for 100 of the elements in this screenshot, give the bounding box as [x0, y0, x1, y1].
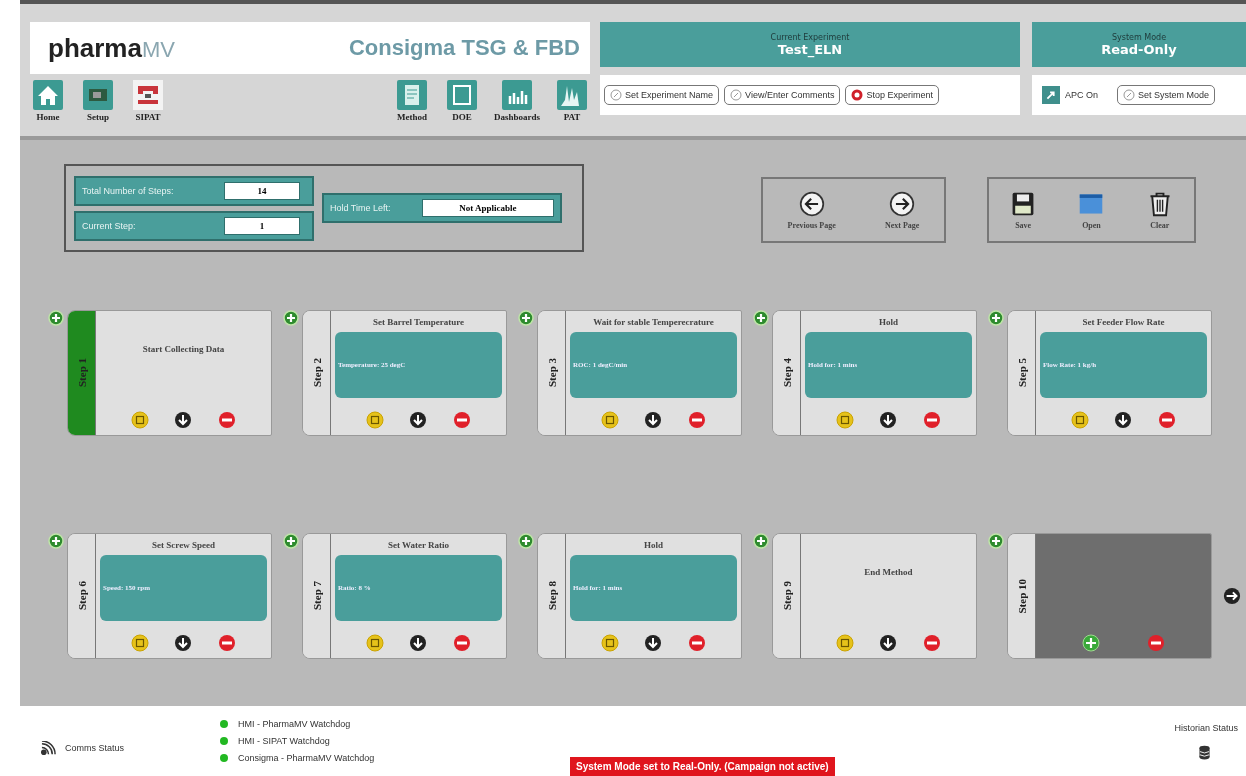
add-step-icon[interactable]	[518, 310, 534, 326]
add-step-icon[interactable]	[753, 310, 769, 326]
edit-icon	[610, 89, 622, 101]
logo: pharmaMV	[48, 32, 175, 64]
value-field: 14	[224, 181, 300, 200]
action-button[interactable]: Set Experiment Name	[604, 85, 720, 105]
step-title: Wait for stable Temperecrature	[593, 317, 714, 327]
step-label: Step 1	[75, 358, 88, 388]
field-label: Current Step:	[82, 220, 136, 231]
system-mode-value: Read-Only	[1101, 41, 1177, 57]
stop-icon	[851, 89, 864, 101]
move-down-icon[interactable]	[644, 411, 663, 429]
board-icon	[83, 80, 113, 110]
step-label: Step 7	[310, 581, 323, 611]
step-label: Step 4	[780, 358, 793, 388]
delete-icon[interactable]	[217, 634, 236, 652]
file-button[interactable]: Clear	[1146, 190, 1173, 230]
watchdog-label: Consigma - PharmaMV Watchdog	[238, 753, 375, 763]
step-label: Step 9	[780, 581, 793, 611]
home-icon	[33, 80, 63, 110]
delete-icon[interactable]	[1157, 411, 1176, 429]
edit-icon	[730, 89, 743, 101]
step-label: Step 10	[1015, 578, 1028, 614]
move-down-icon[interactable]	[409, 411, 428, 429]
file-button[interactable]: Open	[1078, 190, 1105, 230]
move-down-icon[interactable]	[879, 411, 898, 429]
document-icon	[397, 80, 427, 110]
step-title: Start Collecting Data	[142, 343, 225, 354]
page-button[interactable]: Next Page	[884, 190, 920, 230]
delete-icon[interactable]	[922, 633, 941, 652]
page-button[interactable]: Previous Page	[787, 190, 836, 230]
signal-icon	[40, 740, 57, 756]
move-down-icon[interactable]	[644, 634, 663, 652]
set-system-mode-button[interactable]: Set System Mode	[1117, 85, 1216, 105]
add-step-icon[interactable]	[753, 533, 769, 549]
frame-icon	[133, 80, 163, 110]
add-step-icon[interactable]	[283, 533, 299, 549]
step-title: Set Water Ratio	[387, 540, 450, 550]
step-title: Set Barrel Temperature	[372, 317, 465, 327]
value-field: Not Applicable	[422, 199, 554, 217]
spectrum-icon	[557, 80, 587, 110]
step-label: Step 8	[545, 581, 558, 611]
edit-icon[interactable]	[366, 411, 385, 429]
database-icon	[1199, 744, 1210, 760]
banner-caption: System Mode	[1111, 32, 1167, 42]
edit-icon[interactable]	[836, 633, 855, 652]
value-field: 1	[224, 216, 300, 235]
square-icon	[447, 80, 477, 110]
nav-button[interactable]: Home	[30, 80, 66, 122]
delete-icon[interactable]	[687, 634, 706, 652]
apc-icon[interactable]	[1042, 86, 1060, 104]
step-card[interactable]: Step 1 Start Collecting Data	[67, 310, 272, 436]
step-title: Set Feeder Flow Rate	[1082, 317, 1165, 327]
delete-icon[interactable]	[217, 410, 236, 429]
edit-icon[interactable]	[366, 634, 385, 652]
add-icon[interactable]	[1081, 634, 1100, 652]
move-down-icon[interactable]	[174, 634, 193, 652]
add-step-icon[interactable]	[283, 310, 299, 326]
edit-icon	[1123, 89, 1135, 101]
nav-button[interactable]: SIPAT	[130, 80, 166, 122]
edit-icon[interactable]	[836, 411, 855, 429]
step-title: End Method	[864, 566, 913, 577]
move-down-icon[interactable]	[879, 633, 898, 652]
field-label: Hold Time Left:	[330, 203, 391, 213]
step-title: Hold	[879, 317, 898, 327]
delete-icon[interactable]	[452, 634, 471, 652]
step-title: Hold	[644, 540, 663, 550]
add-step-icon[interactable]	[988, 310, 1004, 326]
step-card[interactable]: Step 9 End Method	[772, 533, 977, 659]
delete-icon[interactable]	[922, 411, 941, 429]
nav-button[interactable]: PAT	[554, 80, 590, 122]
delete-icon[interactable]	[452, 411, 471, 429]
add-step-icon[interactable]	[518, 533, 534, 549]
delete-icon[interactable]	[687, 411, 706, 429]
edit-icon[interactable]	[601, 411, 620, 429]
nav-button[interactable]: Dashboards	[494, 80, 540, 122]
edit-icon[interactable]	[601, 634, 620, 652]
nav-button[interactable]: DOE	[444, 80, 480, 122]
experiment-name: Test_ELN	[777, 41, 843, 57]
add-step-icon[interactable]	[48, 310, 64, 326]
edit-icon[interactable]	[131, 410, 150, 429]
edit-icon[interactable]	[131, 634, 150, 652]
move-down-icon[interactable]	[1114, 411, 1133, 429]
bar-chart-icon	[502, 80, 532, 110]
step-title: Set Screw Speed	[152, 540, 215, 550]
move-down-icon[interactable]	[174, 410, 193, 429]
add-step-icon[interactable]	[48, 533, 64, 549]
move-down-icon[interactable]	[409, 634, 428, 652]
file-button[interactable]: Save	[1010, 190, 1037, 230]
nav-button[interactable]: Setup	[80, 80, 116, 122]
nav-button[interactable]: Method	[394, 80, 430, 122]
comms-status-label: Comms Status	[65, 743, 124, 753]
delete-icon[interactable]	[1147, 634, 1166, 652]
action-button[interactable]: View/Enter Comments	[724, 85, 841, 105]
warning-message: System Mode set to Real-Only. (Campaign not active)	[570, 757, 835, 776]
edit-icon[interactable]	[1071, 411, 1090, 429]
field-label: Total Number of Steps:	[82, 185, 174, 196]
add-step-icon[interactable]	[988, 533, 1004, 549]
action-button[interactable]: Stop Experiment	[845, 85, 939, 105]
step-card[interactable]: Step 10	[1007, 533, 1212, 659]
